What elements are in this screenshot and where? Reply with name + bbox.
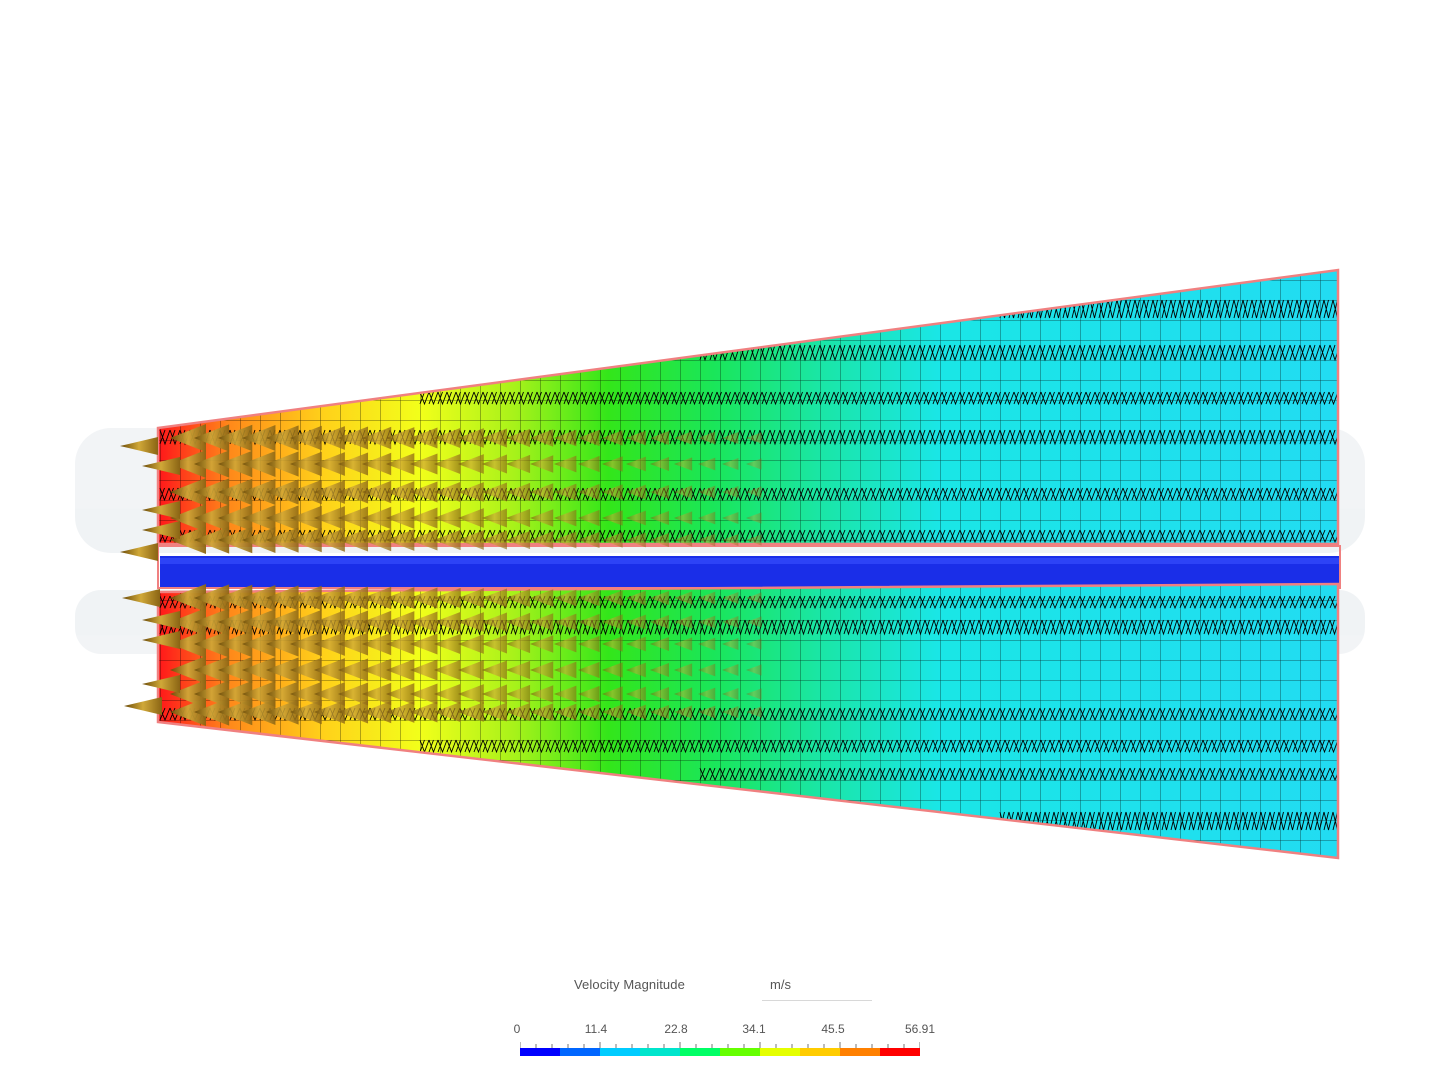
- colorbar-segment: [800, 1048, 841, 1056]
- velocity-arrow: [124, 697, 162, 715]
- legend-tick-label: 45.5: [821, 1022, 845, 1036]
- legend-tick-label: 11.4: [584, 1022, 608, 1036]
- legend-title: Velocity Magnitude: [574, 977, 685, 992]
- colorbar-segment: [720, 1048, 761, 1056]
- legend-divider: [762, 1000, 872, 1001]
- 3d-viewport[interactable]: Velocity Magnitude m/s 0 11.4 22.8 34.1 …: [0, 0, 1440, 1080]
- color-legend: Velocity Magnitude m/s 0 11.4 22.8 34.1 …: [500, 968, 960, 1068]
- simulation-scene[interactable]: [0, 0, 1440, 1080]
- colorbar-segment: [520, 1048, 561, 1056]
- legend-tick-label: 34.1: [742, 1022, 766, 1036]
- legend-tick-label: 56.91: [904, 1022, 936, 1036]
- colorbar-segment: [680, 1048, 721, 1056]
- colorbar-segment: [640, 1048, 681, 1056]
- legend-tick-label: 22.8: [664, 1022, 688, 1036]
- colorbar-segment: [840, 1048, 881, 1056]
- colorbar-segment: [760, 1048, 801, 1056]
- legend-colorbar: [520, 1042, 920, 1056]
- legend-unit: m/s: [770, 977, 791, 992]
- colorbar-segment: [560, 1048, 601, 1056]
- colorbar-segment: [880, 1048, 920, 1056]
- legend-tick-label: 0: [513, 1022, 521, 1036]
- colorbar-segment: [600, 1048, 641, 1056]
